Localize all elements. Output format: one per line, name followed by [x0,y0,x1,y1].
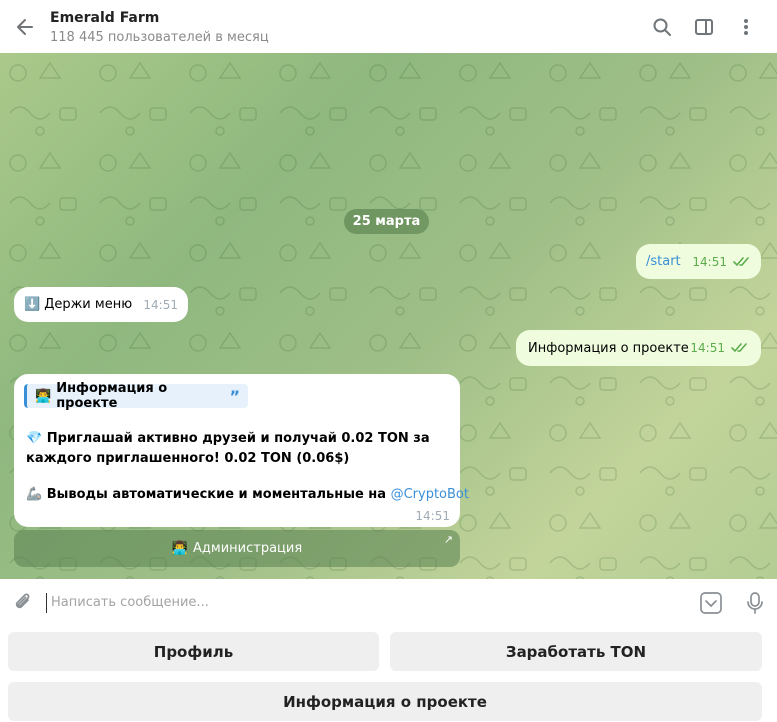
outgoing-message-info[interactable]: Информация о проекте 14:51 [516,330,761,366]
more-menu-button[interactable] [729,10,763,44]
info-line-1-text: Приглашай активно друзей и получай 0.02 … [26,431,430,466]
chat-header: Emerald Farm 118 445 пользователей в мес… [0,0,777,53]
inline-button-label: Администрация [193,541,303,556]
voice-message-button[interactable] [733,591,777,615]
microphone-icon [747,591,763,614]
keyboard-toggle-icon [700,591,722,614]
chat-area[interactable]: 25 марта /start 14:51 ⬇️ Держи меню 14:5… [0,53,777,579]
message-input[interactable] [46,592,689,613]
mechanical-arm-emoji: 🦾 [26,487,43,502]
double-check-icon [733,256,751,268]
command-link[interactable]: /start [646,254,681,269]
search-icon [653,18,671,36]
profile-button[interactable]: Профиль [8,632,379,671]
down-arrow-emoji: ⬇️ [24,297,41,312]
message-time: 14:51 [415,509,450,523]
quote-icon: ” [229,386,240,406]
paperclip-icon [15,593,30,608]
earn-ton-button[interactable]: Заработать TON [390,632,762,671]
message-text: Держи меню [44,297,133,312]
message-time: 14:51 [143,297,178,312]
arrow-left-icon [17,18,33,35]
date-separator: 25 марта [344,209,429,234]
info-line-2-text: Выводы автоматические и моментальные на [46,487,391,502]
search-button[interactable] [645,10,679,44]
quote-text: Информация о проекте [56,381,168,411]
project-info-button[interactable]: Информация о проекте [8,682,762,721]
message-time: 14:51 [690,341,725,355]
sidebar-icon [695,18,713,35]
quote-block: 👨‍💻 Информация о проекте ” [24,381,248,411]
chat-title: Emerald Farm [50,9,160,26]
back-button[interactable] [0,0,50,53]
message-time: 14:51 [692,254,727,269]
info-line-2: 🦾 Выводы автоматические и моментальные н… [26,485,469,505]
admin-inline-button[interactable]: 👨‍💻 Администрация ↗ [14,530,460,567]
external-link-icon: ↗ [443,533,453,546]
outgoing-message-start[interactable]: /start 14:51 [636,244,761,279]
incoming-message-menu[interactable]: ⬇️ Держи меню 14:51 [14,287,188,322]
double-check-icon [731,342,749,354]
cryptobot-link[interactable]: @CryptoBot [391,487,469,502]
gem-emoji: 💎 [26,431,43,446]
message-text: Информация о проекте [528,340,689,356]
attach-button[interactable] [0,592,46,614]
technologist-emoji: 👨‍💻 [35,388,52,404]
chat-title-area[interactable]: Emerald Farm 118 445 пользователей в мес… [50,7,645,47]
incoming-message-info[interactable]: 👨‍💻 Информация о проекте ” 💎 Приглашай а… [14,374,469,527]
technologist-emoji: 👨‍💻 [171,541,189,556]
chat-subtitle: 118 445 пользователей в месяц [50,29,269,45]
sidebar-toggle-button[interactable] [687,10,721,44]
info-line-1: 💎 Приглашай активно друзей и получай 0.0… [26,429,448,469]
bot-keyboard: Профиль Заработать TON Информация о прое… [0,626,777,722]
more-vertical-icon [744,18,748,35]
message-composer [0,579,777,626]
bot-keyboard-button[interactable] [689,591,733,615]
